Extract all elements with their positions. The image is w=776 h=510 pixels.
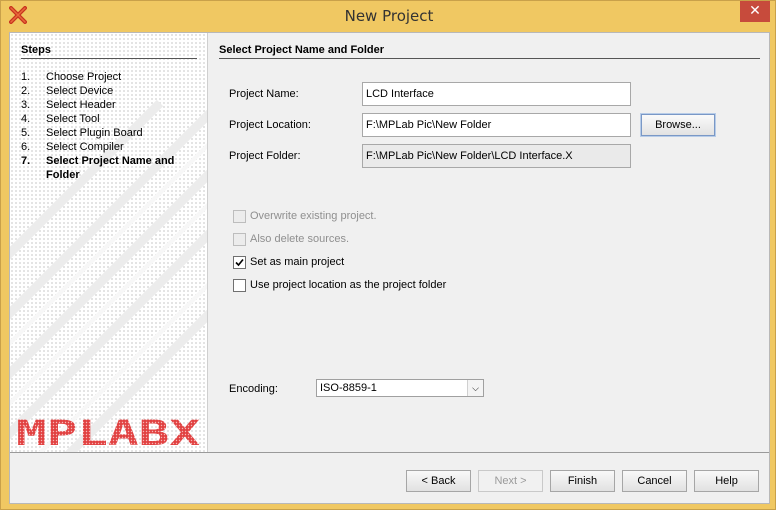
finish-button[interactable]: Finish: [550, 470, 615, 492]
step-item: 3. Select Header: [21, 98, 206, 112]
step-label: Select Tool: [46, 113, 100, 125]
step-number: 3.: [21, 99, 31, 111]
help-button[interactable]: Help: [694, 470, 759, 492]
encoding-label: Encoding:: [229, 383, 278, 395]
overwrite-label: Overwrite existing project.: [250, 210, 377, 222]
step-item: 1. Choose Project: [21, 70, 206, 84]
logo-text: MPLABX: [16, 415, 200, 449]
project-name-input[interactable]: LCD Interface: [362, 82, 631, 106]
project-location-input[interactable]: F:\MPLab Pic\New Folder: [362, 113, 631, 137]
heading-divider: [219, 58, 760, 59]
main-panel: Select Project Name and Folder Project N…: [208, 33, 769, 452]
step-item-current: 7. Select Project Name and Folder: [21, 154, 206, 182]
use-location-checkbox[interactable]: [233, 279, 246, 292]
page-title: Select Project Name and Folder: [219, 44, 385, 56]
step-number: 1.: [21, 71, 31, 83]
main-project-checkbox[interactable]: [233, 256, 246, 269]
step-item: 6. Select Compiler: [21, 140, 206, 154]
step-number: 5.: [21, 127, 31, 139]
step-number: 6.: [21, 141, 31, 153]
cancel-button[interactable]: Cancel: [622, 470, 687, 492]
wizard-body: Steps 1. Choose Project 2. Select Device 3…: [9, 32, 770, 504]
delete-sources-label: Also delete sources.: [250, 233, 350, 245]
steps-panel: Steps 1. Choose Project 2. Select Device 3…: [10, 33, 208, 452]
step-label: Select Header: [46, 99, 116, 111]
steps-heading: Steps: [21, 44, 51, 56]
project-folder-label: Project Folder:: [229, 150, 301, 162]
step-label: Choose Project: [46, 71, 122, 83]
project-folder-field[interactable]: F:\MPLab Pic\New Folder\LCD Interface.X: [362, 144, 631, 168]
step-label: Select Compiler: [46, 141, 124, 153]
delete-sources-checkbox[interactable]: [233, 233, 246, 246]
step-item: 5. Select Plugin Board: [21, 126, 206, 140]
chevron-down-icon[interactable]: ⌵: [467, 380, 483, 396]
main-project-label: Set as main project: [250, 256, 345, 268]
step-item: 4. Select Tool: [21, 112, 206, 126]
step-label: Select Device: [46, 85, 114, 97]
encoding-value: ISO-8859-1: [320, 382, 377, 394]
encoding-select[interactable]: ISO-8859-1 ⌵: [316, 379, 484, 397]
browse-button[interactable]: Browse...: [640, 113, 716, 137]
next-button[interactable]: Next >: [478, 470, 543, 492]
use-location-label: Use project location as the project fold…: [250, 279, 447, 291]
window-title: New Project: [344, 7, 434, 25]
back-button[interactable]: < Back: [406, 470, 471, 492]
steps-list: 1. Choose Project 2. Select Device 3. Selec…: [21, 70, 206, 182]
step-label: Select Plugin Board: [46, 127, 143, 139]
step-label: Select Project Name and Folder: [46, 155, 175, 181]
button-bar-divider: [10, 452, 769, 453]
title-bar[interactable]: New Project ✕: [1, 1, 776, 31]
new-project-window: New Project ✕ Steps 1. Choose Project 2.…: [0, 0, 776, 510]
checkmark-icon: [235, 258, 244, 267]
project-location-label: Project Location:: [229, 119, 311, 131]
step-number: 7.: [21, 155, 31, 167]
steps-divider: [21, 58, 197, 59]
project-name-label: Project Name:: [229, 88, 299, 100]
step-item: 2. Select Device: [21, 84, 206, 98]
step-number: 2.: [21, 85, 31, 97]
step-number: 4.: [21, 113, 31, 125]
close-button[interactable]: ✕: [740, 1, 770, 22]
overwrite-checkbox[interactable]: [233, 210, 246, 223]
mplabx-logo: MPLABX: [16, 415, 200, 449]
